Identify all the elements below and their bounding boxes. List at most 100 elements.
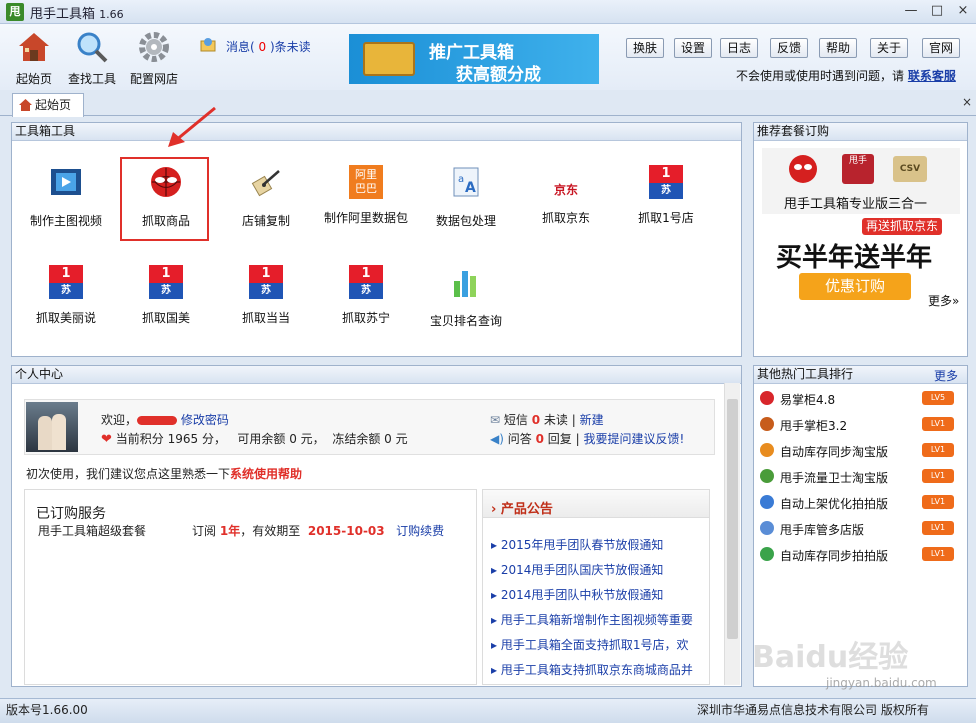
- level-badge: LV1: [922, 547, 954, 561]
- window-title: 甩手工具箱 1.66: [30, 7, 124, 22]
- gear-icon: [139, 32, 169, 62]
- welcome-line: 欢迎， 修改密码: [101, 413, 229, 427]
- notice-item[interactable]: 2015年甩手团队春节放假通知: [491, 536, 703, 561]
- minimize-button[interactable]: —: [900, 2, 922, 20]
- log-button[interactable]: 日志: [720, 38, 758, 58]
- config-store-button[interactable]: 配置网店: [126, 28, 182, 86]
- promo-banner[interactable]: 推广工具箱 获高额分成: [349, 34, 599, 85]
- data-package-icon: aA: [453, 167, 479, 197]
- video-icon: [51, 169, 81, 195]
- notice-item[interactable]: 甩手工具箱全面支持抓取1号店，欢: [491, 636, 703, 661]
- tool-icon: [760, 547, 774, 561]
- speaker-icon: ◀): [490, 432, 504, 446]
- tool-grab-meilishuo[interactable]: 1苏 抓取美丽说: [18, 265, 114, 355]
- system-help-link[interactable]: 系统使用帮助: [230, 467, 302, 481]
- notice-item[interactable]: 2014甩手团队国庆节放假通知: [491, 561, 703, 586]
- level-badge: LV1: [922, 521, 954, 535]
- recommend-more-link[interactable]: 更多»: [928, 292, 959, 309]
- tool-package-process[interactable]: aA 数据包处理: [418, 165, 514, 255]
- service-term: 订阅 1年，有效期至 2015-10-03 订购续费: [192, 524, 445, 538]
- help-button[interactable]: 帮助: [819, 38, 857, 58]
- jd-icon: 京东: [553, 183, 578, 197]
- watermark-logo: Baidu经验: [752, 640, 909, 675]
- hot-tools-list: 易掌柜4.8 LV5 甩手掌柜3.2 LV1 自动库存同步淘宝版 LV1 甩手流量卫士…: [756, 386, 966, 568]
- redacted-username: [137, 416, 178, 425]
- copy-store-icon: [251, 170, 280, 197]
- mail-icon: ✉: [490, 413, 501, 427]
- notice-item[interactable]: 甩手工具箱支持抓取京东商城商品并: [491, 661, 703, 686]
- version-label: 版本号1.66.00: [6, 703, 88, 717]
- home-icon: [19, 33, 49, 61]
- hot-tools-more-link[interactable]: 更多: [934, 367, 958, 384]
- bonus-tag: 再送抓取京东: [862, 218, 943, 235]
- notice-item[interactable]: 甩手工具箱新增制作主图视频等重要: [491, 611, 703, 636]
- first-use-line: 初次使用，我们建议您点这里熟悉一下系统使用帮助: [26, 467, 303, 481]
- tool-rank-query[interactable]: 宝贝排名查询: [418, 265, 514, 355]
- level-badge: LV1: [922, 469, 954, 483]
- scrollbar[interactable]: [724, 383, 740, 685]
- renew-link[interactable]: 订购续费: [396, 524, 444, 538]
- change-password-link[interactable]: 修改密码: [181, 413, 229, 427]
- subscribed-title: 已订购服务: [36, 506, 106, 522]
- hot-tool-item[interactable]: 自动库存同步淘宝版 LV1: [756, 438, 966, 464]
- tab-home[interactable]: 起始页: [12, 93, 84, 117]
- tool-icon: [760, 521, 774, 535]
- feedback-button[interactable]: 反馈: [770, 38, 808, 58]
- discount-order-button[interactable]: 优惠订购: [799, 273, 911, 300]
- ask-question-link[interactable]: 我要提问建议反馈!: [583, 432, 684, 446]
- tab-bar: [0, 92, 976, 116]
- tool-icon: [760, 391, 774, 405]
- contact-support-link[interactable]: 联系客服: [908, 69, 956, 83]
- yhd-icon: 1苏: [649, 165, 683, 199]
- tool-copy-store[interactable]: 店铺复制: [218, 165, 314, 255]
- spider-mask-icon: [789, 155, 817, 183]
- csv-icon: CSV: [893, 156, 927, 182]
- tool-grab-dangdang[interactable]: 1苏 抓取当当: [218, 265, 314, 355]
- website-button[interactable]: 官网: [922, 38, 960, 58]
- svg-text:A: A: [465, 180, 476, 196]
- tool-grab-yhd[interactable]: 1苏 抓取1号店: [618, 165, 714, 255]
- tool-grab-suning[interactable]: 1苏 抓取苏宁: [318, 265, 414, 355]
- hot-tool-item[interactable]: 甩手流量卫士淘宝版 LV1: [756, 464, 966, 490]
- unread-messages-link[interactable]: 消息( 0 )条未读: [226, 38, 311, 55]
- maximize-button[interactable]: □: [926, 2, 948, 20]
- personal-center-title: 个人中心: [12, 366, 741, 384]
- tool-grab-jd[interactable]: 京东 抓取京东: [518, 165, 614, 255]
- hot-tool-item[interactable]: 自动上架优化拍拍版 LV1: [756, 490, 966, 516]
- notice-item[interactable]: 2014甩手团队中秋节放假通知: [491, 586, 703, 611]
- treasure-box-icon: [363, 42, 415, 76]
- tool-grab-gome[interactable]: 1苏 抓取国美: [118, 265, 214, 355]
- copyright-label: 深圳市华通易点信息技术有限公司 版权所有: [697, 703, 929, 717]
- avatar: [26, 402, 78, 452]
- search-icon: [77, 32, 108, 63]
- chevron-right-icon: ›: [491, 502, 497, 517]
- settings-button[interactable]: 设置: [674, 38, 712, 58]
- tab-close-button[interactable]: ×: [962, 95, 972, 109]
- home-button[interactable]: 起始页: [6, 28, 62, 86]
- hot-tool-item[interactable]: 自动库存同步拍拍版 LV1: [756, 542, 966, 568]
- hot-tool-item[interactable]: 易掌柜4.8 LV5: [756, 386, 966, 412]
- grab-icon: 1苏: [349, 265, 383, 299]
- about-button[interactable]: 关于: [870, 38, 908, 58]
- svg-text:a: a: [458, 174, 464, 185]
- arrow-annotation-icon: [168, 106, 216, 147]
- hot-tool-item[interactable]: 甩手掌柜3.2 LV1: [756, 412, 966, 438]
- app-icon: 甩: [6, 3, 24, 21]
- product-name: 甩手工具箱专业版三合一: [784, 197, 928, 212]
- home-icon: [19, 99, 32, 111]
- promo-text: 买半年送半年: [776, 243, 933, 273]
- title-bar: [0, 0, 976, 24]
- tool-make-video[interactable]: 制作主图视频: [18, 165, 114, 255]
- tool-make-ali-package[interactable]: 阿里 巴巴 制作阿里数据包: [318, 165, 414, 255]
- hot-tool-item[interactable]: 甩手库管多店版 LV1: [756, 516, 966, 542]
- sms-line: ✉ 短信 0 未读 | 新建: [490, 413, 604, 427]
- close-button[interactable]: ×: [952, 2, 974, 20]
- balance-line: ❤ 当前积分 1965 分， 可用余额 0 元， 冻结余额 0 元: [101, 432, 408, 447]
- help-text: 不会使用或使用时遇到问题，请 联系客服: [736, 69, 956, 83]
- skin-button[interactable]: 换肤: [626, 38, 664, 58]
- scrollbar-thumb[interactable]: [727, 399, 738, 639]
- new-sms-link[interactable]: 新建: [580, 413, 604, 427]
- tool-icon: [760, 417, 774, 431]
- copy-store-badge-icon: 甩手: [842, 154, 874, 184]
- search-tools-button[interactable]: 查找工具: [64, 28, 120, 86]
